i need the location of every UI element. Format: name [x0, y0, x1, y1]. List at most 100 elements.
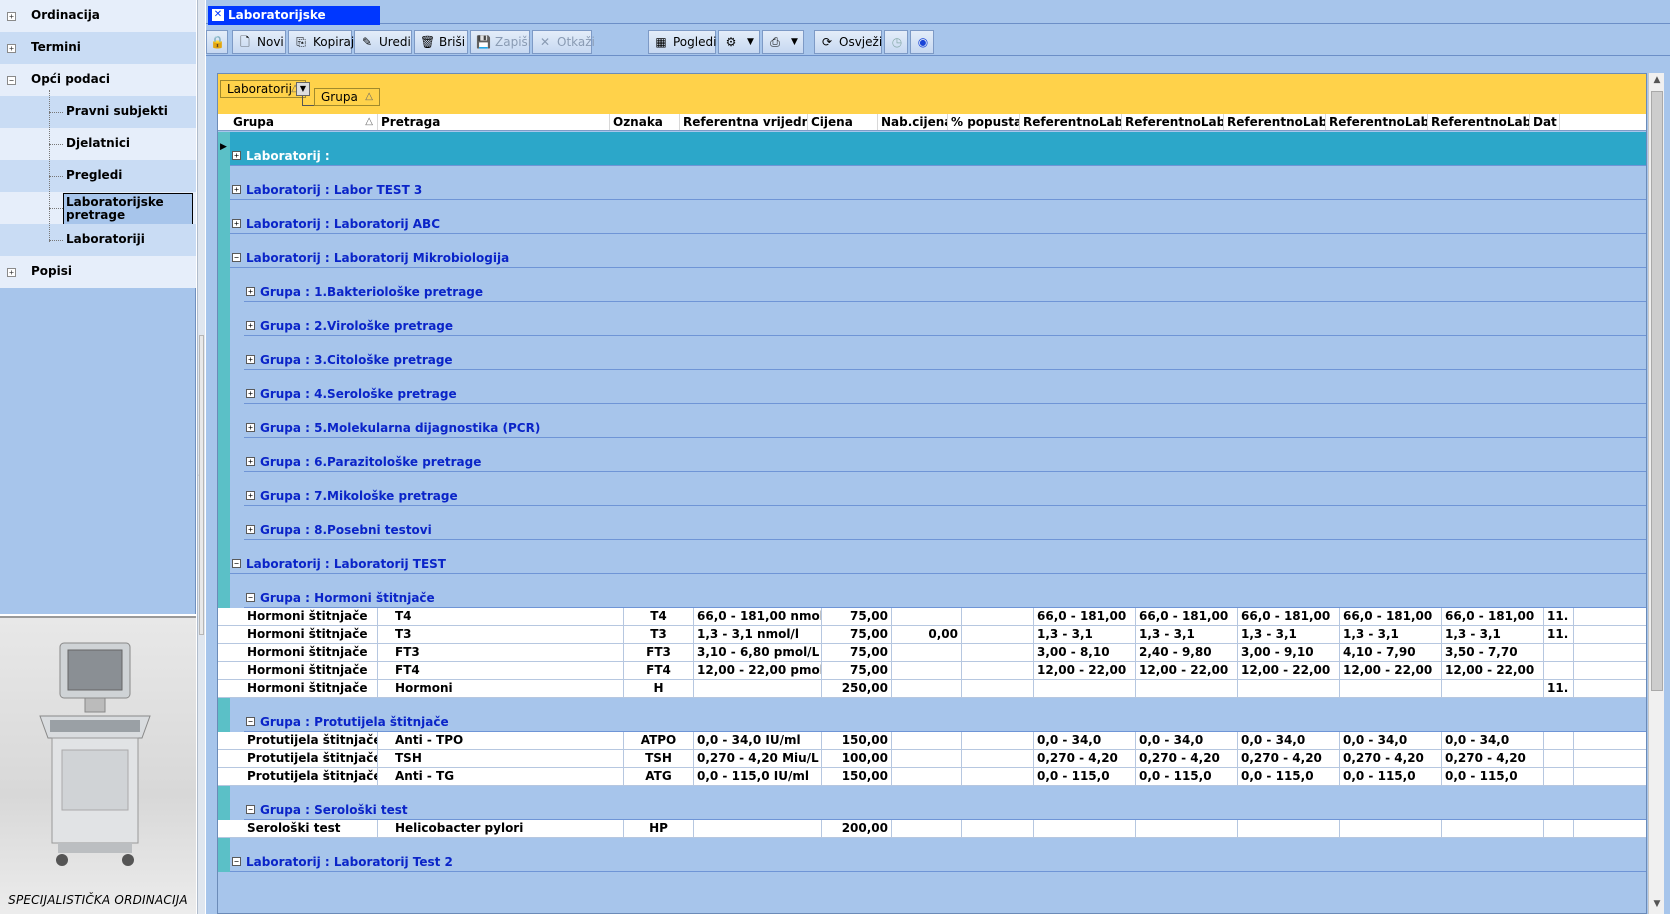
group-row[interactable]: + Grupa : 7.Mikološke pretrage: [244, 472, 1646, 506]
expand-icon[interactable]: +: [246, 491, 255, 500]
column-header[interactable]: ReferentnoLabPret: [1122, 114, 1224, 130]
table-row[interactable]: Hormoni štitnjače Hormoni H 250,00 11.: [218, 680, 1646, 698]
group-row[interactable]: + Grupa : 5.Molekularna dijagnostika (PCR…: [244, 404, 1646, 438]
table-cell: 3,50 - 7,70: [1442, 644, 1544, 662]
group-row[interactable]: − Laboratorij : Laboratorij Mikrobiologij…: [230, 234, 1646, 268]
group-row[interactable]: − Laboratorij : Laboratorij Test 2: [230, 838, 1646, 872]
tree-line: [49, 240, 63, 241]
scrollbar-thumb[interactable]: [1651, 91, 1663, 691]
table-row[interactable]: Serološki test Helicobacter pylori HP 200,0…: [218, 820, 1646, 838]
group-row[interactable]: + Grupa : 8.Posebni testovi: [244, 506, 1646, 540]
expand-icon[interactable]: +: [246, 389, 255, 398]
table-row[interactable]: Protutijela štitnjače Anti - TPO ATPO 0,0 -…: [218, 732, 1646, 750]
group-row[interactable]: + Grupa : 3.Citološke pretrage: [244, 336, 1646, 370]
print-dropdown-button[interactable]: ⎙ ▼: [762, 30, 804, 54]
table-row[interactable]: Hormoni štitnjače FT3 FT3 3,10 - 6,80 pmol/…: [218, 644, 1646, 662]
column-header[interactable]: Dat: [1530, 114, 1560, 130]
column-header[interactable]: ReferentnoLabPret: [1326, 114, 1428, 130]
kopiraj-button[interactable]: ⎘ Kopiraj: [288, 30, 355, 54]
sidebar-item-djelatnici[interactable]: Djelatnici: [0, 128, 196, 160]
group-row[interactable]: − Laboratorij : Laboratorij TEST: [230, 540, 1646, 574]
filter-dropdown-button[interactable]: ⚙ ▼: [718, 30, 760, 54]
group-row[interactable]: − Grupa : Protutijela štitnjače: [244, 698, 1646, 732]
collapse-icon[interactable]: −: [7, 76, 16, 85]
table-cell: T3: [392, 626, 624, 644]
column-header[interactable]: Referentna vrijednost: [680, 114, 808, 130]
expand-icon[interactable]: +: [246, 287, 255, 296]
zapisi-button[interactable]: 💾 Zapiši: [470, 30, 531, 54]
expand-icon[interactable]: +: [246, 423, 255, 432]
column-header[interactable]: Grupa △: [230, 114, 378, 130]
group-row[interactable]: + Laboratorij : Labor TEST 3: [230, 166, 1646, 200]
collapse-icon[interactable]: −: [246, 717, 255, 726]
sidebar-item-opci-podaci[interactable]: − Opći podaci: [0, 64, 196, 96]
column-header[interactable]: Oznaka: [610, 114, 680, 130]
otkazi-button[interactable]: ✕ Otkaži: [532, 30, 595, 54]
column-header[interactable]: ReferentnoLabPret: [1224, 114, 1326, 130]
table-cell: 3,00 - 8,10: [1034, 644, 1136, 662]
group-row[interactable]: + Grupa : 1.Bakteriološke pretrage: [244, 268, 1646, 302]
group-row[interactable]: + Laboratorij : Laboratorij ABC: [230, 200, 1646, 234]
expand-icon[interactable]: +: [232, 151, 241, 160]
column-header[interactable]: Nab.cijena: [878, 114, 948, 130]
column-header[interactable]: Pretraga: [378, 114, 610, 130]
sidebar-item-termini[interactable]: + Termini: [0, 32, 196, 64]
expand-icon[interactable]: +: [7, 268, 16, 277]
expand-icon[interactable]: +: [7, 12, 16, 21]
expand-icon[interactable]: +: [246, 321, 255, 330]
collapse-icon[interactable]: −: [232, 253, 241, 262]
table-row[interactable]: Protutijela štitnjače Anti - TG ATG 0,0 - 1…: [218, 768, 1646, 786]
chevron-up-icon[interactable]: ▲: [1652, 75, 1662, 85]
brisi-button[interactable]: 🗑 Briši: [414, 30, 468, 54]
group-row[interactable]: + Grupa : 4.Serološke pretrage: [244, 370, 1646, 404]
group-chip-grupa[interactable]: Grupa △: [314, 88, 380, 106]
tab-laboratorijske-pretrage[interactable]: ✕ Laboratorijske pretrage: [208, 6, 380, 40]
uredi-button[interactable]: ✎ Uredi: [354, 30, 412, 54]
data-grid: Laboratorij △ ▼ Grupa △ Grupa△PretragaOz…: [217, 73, 1647, 914]
sidebar-item-pregledi[interactable]: Pregledi: [0, 160, 196, 192]
column-header[interactable]: ReferentnoLabPret: [1020, 114, 1122, 130]
group-chip-laboratorij[interactable]: Laboratorij △: [220, 80, 306, 98]
table-row[interactable]: Hormoni štitnjače FT4 FT4 12,00 - 22,00 pmo…: [218, 662, 1646, 680]
column-header[interactable]: ReferentnoLabPret: [1428, 114, 1530, 130]
help-button[interactable]: ◉: [910, 30, 934, 54]
lock-button[interactable]: 🔒: [206, 30, 228, 54]
kopiraj-label: Kopiraj: [313, 35, 355, 49]
close-icon[interactable]: ✕: [212, 9, 224, 21]
collapse-icon[interactable]: −: [232, 857, 241, 866]
collapse-icon[interactable]: −: [232, 559, 241, 568]
sidebar-item-ordinacija[interactable]: + Ordinacija: [0, 0, 196, 32]
expand-icon[interactable]: +: [7, 44, 16, 53]
table-row[interactable]: Hormoni štitnjače T3 T3 1,3 - 3,1 nmol/l 75,…: [218, 626, 1646, 644]
grid-vertical-scrollbar[interactable]: ▲ ▼: [1648, 73, 1664, 914]
expand-icon[interactable]: +: [246, 525, 255, 534]
collapse-icon[interactable]: −: [246, 805, 255, 814]
osvjezi-button[interactable]: ⟳ Osvježi: [814, 30, 882, 54]
expand-icon[interactable]: +: [232, 185, 241, 194]
expand-icon[interactable]: +: [246, 457, 255, 466]
group-row[interactable]: − Grupa : Hormoni štitnjače: [244, 574, 1646, 608]
sidebar-scrollbar[interactable]: [199, 335, 204, 635]
table-cell: [1136, 680, 1238, 698]
collapse-icon[interactable]: −: [246, 593, 255, 602]
table-row[interactable]: Hormoni štitnjače T4 T4 66,0 - 181,00 nmol/…: [218, 608, 1646, 626]
expand-icon[interactable]: +: [246, 355, 255, 364]
sidebar-item-laboratorijske-pretrage[interactable]: Laboratorijske pretrage: [0, 192, 196, 225]
novi-button[interactable]: 🗋 Novi: [232, 30, 286, 54]
history-button[interactable]: ◷: [884, 30, 908, 54]
chevron-down-icon[interactable]: ▼: [296, 82, 310, 96]
group-row[interactable]: + Grupa : 6.Parazitološke pretrage: [244, 438, 1646, 472]
sidebar-item-popisi[interactable]: + Popisi: [0, 256, 196, 288]
column-header[interactable]: Cijena: [808, 114, 878, 130]
table-cell: TSH: [624, 750, 694, 768]
sidebar-item-laboratoriji[interactable]: Laboratoriji: [0, 224, 196, 256]
group-row[interactable]: + Laboratorij :: [230, 132, 1646, 166]
pogledi-button[interactable]: ▦ Pogledi: [648, 30, 716, 54]
group-row[interactable]: − Grupa : Serološki test: [244, 786, 1646, 820]
column-header[interactable]: % popusta: [948, 114, 1020, 130]
sidebar-item-pravni-subjekti[interactable]: Pravni subjekti: [0, 96, 196, 128]
chevron-down-icon[interactable]: ▼: [1652, 899, 1662, 909]
group-row[interactable]: + Grupa : 2.Virološke pretrage: [244, 302, 1646, 336]
expand-icon[interactable]: +: [232, 219, 241, 228]
table-row[interactable]: Protutijela štitnjače TSH TSH 0,270 - 4,20 …: [218, 750, 1646, 768]
